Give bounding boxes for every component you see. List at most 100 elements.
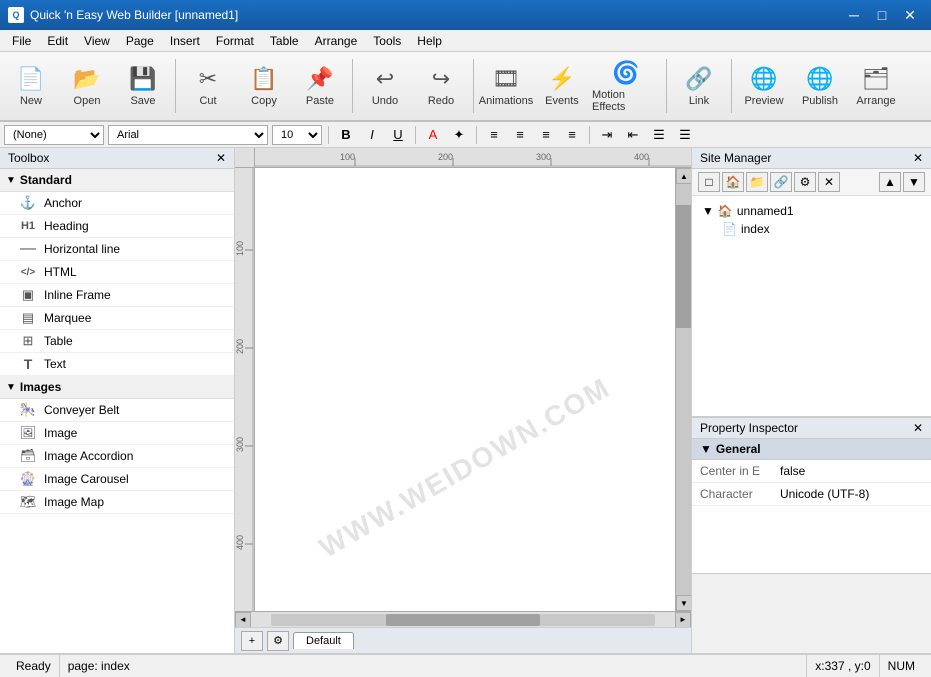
sm-folder-button[interactable]: 📁 xyxy=(746,172,768,192)
sm-up-button[interactable]: ▲ xyxy=(879,172,901,192)
minimize-button[interactable]: ─ xyxy=(841,5,867,25)
underline-button[interactable]: U xyxy=(387,125,409,145)
cut-button[interactable]: ✂ Cut xyxy=(181,55,235,117)
toolbox-item-anchor[interactable]: ⚓ Anchor xyxy=(0,192,234,215)
redo-icon: ↪ xyxy=(432,66,450,92)
paste-label: Paste xyxy=(306,95,334,107)
canvas-inner[interactable]: WWW.WEIDOWN.COM xyxy=(255,168,675,611)
title-bar-left: Q Quick 'n Easy Web Builder [unnamed1] xyxy=(8,7,238,23)
toolbox-item-image-accordion[interactable]: 🗃 Image Accordion xyxy=(0,445,234,468)
toolbox-item-conveyer-belt-label: Conveyer Belt xyxy=(44,403,119,417)
sm-link-button[interactable]: 🔗 xyxy=(770,172,792,192)
align-right-button[interactable]: ≡ xyxy=(535,125,557,145)
h-scrollbar-thumb[interactable] xyxy=(386,614,540,626)
toolbox-item-marquee[interactable]: ▤ Marquee xyxy=(0,307,234,330)
menu-tools[interactable]: Tools xyxy=(365,32,409,50)
toolbox-item-image[interactable]: 🖼 Image xyxy=(0,422,234,445)
toolbox-item-conveyer-belt[interactable]: 🎠 Conveyer Belt xyxy=(0,399,234,422)
sm-new-page-button[interactable]: □ xyxy=(698,172,720,192)
style-select[interactable]: (None) xyxy=(4,125,104,145)
sm-settings-button[interactable]: ⚙ xyxy=(794,172,816,192)
toolbox-item-inline-frame-label: Inline Frame xyxy=(44,288,111,302)
list-unordered-button[interactable]: ☰ xyxy=(648,125,670,145)
menu-edit[interactable]: Edit xyxy=(39,32,76,50)
size-select[interactable]: 10 xyxy=(272,125,322,145)
toolbox-item-image-map[interactable]: 🗺 Image Map xyxy=(0,491,234,514)
toolbox-item-table[interactable]: ⊞ Table xyxy=(0,330,234,353)
add-page-button[interactable]: + xyxy=(241,631,263,651)
toolbox-item-inline-frame[interactable]: ▣ Inline Frame xyxy=(0,284,234,307)
scroll-right-button[interactable]: ► xyxy=(675,612,691,628)
section-images[interactable]: ▼ Images xyxy=(0,376,234,399)
scroll-down-button[interactable]: ▼ xyxy=(676,595,691,611)
toolbox-item-text[interactable]: T Text xyxy=(0,353,234,376)
pi-collapse-icon: ▼ xyxy=(700,442,712,456)
toolbox-item-table-label: Table xyxy=(44,334,73,348)
svg-text:300: 300 xyxy=(536,152,551,162)
close-button[interactable]: ✕ xyxy=(897,5,923,25)
preview-button[interactable]: 🌐 Preview xyxy=(737,55,791,117)
align-left-button[interactable]: ≡ xyxy=(483,125,505,145)
page-settings-button[interactable]: ⚙ xyxy=(267,631,289,651)
scroll-left-button[interactable]: ◄ xyxy=(235,612,251,628)
pi-row-center: Center in E false xyxy=(692,460,931,483)
menu-file[interactable]: File xyxy=(4,32,39,50)
undo-button[interactable]: ↩ Undo xyxy=(358,55,412,117)
menu-arrange[interactable]: Arrange xyxy=(307,32,366,50)
font-select[interactable]: Arial xyxy=(108,125,268,145)
align-justify-button[interactable]: ≡ xyxy=(561,125,583,145)
toolbox-close-icon[interactable]: ✕ xyxy=(216,151,226,165)
menu-table[interactable]: Table xyxy=(262,32,307,50)
indent-decrease-button[interactable]: ⇤ xyxy=(622,125,644,145)
preview-icon: 🌐 xyxy=(750,66,777,92)
menu-page[interactable]: Page xyxy=(118,32,162,50)
menu-help[interactable]: Help xyxy=(409,32,450,50)
section-standard[interactable]: ▼ Standard xyxy=(0,169,234,192)
sm-down-button[interactable]: ▼ xyxy=(903,172,925,192)
toolbox-item-image-carousel[interactable]: 🎡 Image Carousel xyxy=(0,468,234,491)
undo-label: Undo xyxy=(372,95,398,107)
h-scrollbar[interactable]: ◄ ► xyxy=(235,611,691,627)
v-scrollbar[interactable]: ▲ ▼ xyxy=(675,168,691,611)
tree-item-root[interactable]: ▼ 🏠 unnamed1 xyxy=(698,202,925,220)
pi-close-icon[interactable]: ✕ xyxy=(913,421,923,435)
toolbox-scroll[interactable]: ▼ Standard ⚓ Anchor H1 Heading — Horizon… xyxy=(0,169,234,653)
align-center-button[interactable]: ≡ xyxy=(509,125,531,145)
menu-view[interactable]: View xyxy=(76,32,118,50)
font-color-button[interactable]: A xyxy=(422,125,444,145)
paste-button[interactable]: 📌 Paste xyxy=(293,55,347,117)
sm-delete-button[interactable]: ✕ xyxy=(818,172,840,192)
arrange-button[interactable]: 🗂 Arrange xyxy=(849,55,903,117)
pi-row-character: Character Unicode (UTF-8) xyxy=(692,483,931,506)
new-button[interactable]: 📄 New xyxy=(4,55,58,117)
list-ordered-button[interactable]: ☰ xyxy=(674,125,696,145)
menu-insert[interactable]: Insert xyxy=(162,32,208,50)
scroll-up-button[interactable]: ▲ xyxy=(676,168,691,184)
save-button[interactable]: 💾 Save xyxy=(116,55,170,117)
publish-button[interactable]: 🌐 Publish xyxy=(793,55,847,117)
animations-button[interactable]: 🎞 Animations xyxy=(479,55,533,117)
copy-button[interactable]: 📋 Copy xyxy=(237,55,291,117)
motion-effects-button[interactable]: 🌀 Motion Effects xyxy=(591,55,661,117)
toolbox-item-horizontal-line[interactable]: — Horizontal line xyxy=(0,238,234,261)
menu-format[interactable]: Format xyxy=(208,32,262,50)
ruler-corner xyxy=(235,148,255,168)
events-button[interactable]: ⚡ Events xyxy=(535,55,589,117)
toolbox-item-heading[interactable]: H1 Heading xyxy=(0,215,234,238)
tree-item-index[interactable]: 📄 index xyxy=(698,220,925,238)
pi-character-value: Unicode (UTF-8) xyxy=(780,487,869,501)
highlight-button[interactable]: ✦ xyxy=(448,125,470,145)
bold-button[interactable]: B xyxy=(335,125,357,145)
canvas-row: 100 200 300 400 WWW.WEIDOWN.COM ▲ xyxy=(235,168,691,611)
indent-increase-button[interactable]: ⇥ xyxy=(596,125,618,145)
italic-button[interactable]: I xyxy=(361,125,383,145)
v-scrollbar-thumb[interactable] xyxy=(676,205,691,328)
page-tab-default[interactable]: Default xyxy=(293,632,354,649)
open-button[interactable]: 📂 Open xyxy=(60,55,114,117)
link-button[interactable]: 🔗 Link xyxy=(672,55,726,117)
toolbox-item-html[interactable]: </> HTML xyxy=(0,261,234,284)
redo-button[interactable]: ↪ Redo xyxy=(414,55,468,117)
site-manager-close-icon[interactable]: ✕ xyxy=(913,151,923,165)
sm-home-button[interactable]: 🏠 xyxy=(722,172,744,192)
maximize-button[interactable]: □ xyxy=(869,5,895,25)
